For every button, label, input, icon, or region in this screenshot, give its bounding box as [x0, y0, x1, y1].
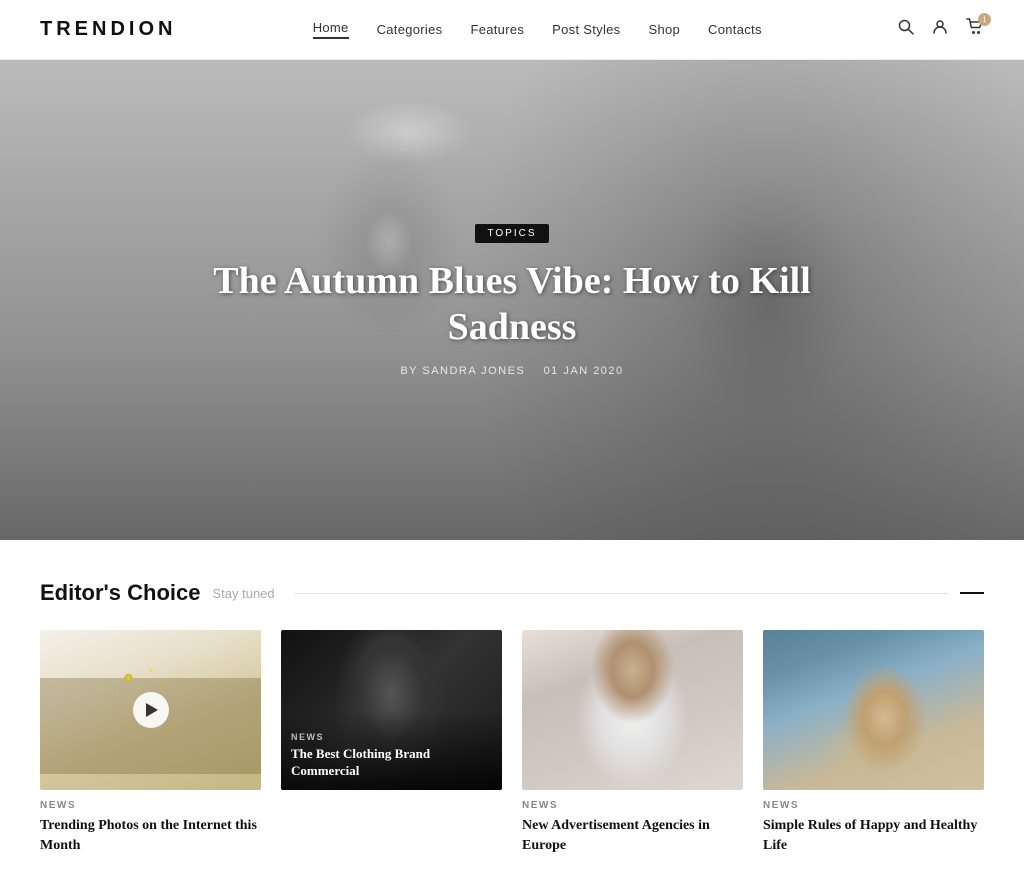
card-1-title: Trending Photos on the Internet this Mon…: [40, 816, 261, 855]
section-header: Editor's Choice Stay tuned: [40, 580, 984, 606]
play-button[interactable]: [133, 692, 169, 728]
card-2-image: NEWS The Best Clothing Brand Commercial: [281, 630, 502, 790]
card-3-title: New Advertisement Agencies in Europe: [522, 816, 743, 855]
card-3[interactable]: NEWS New Advertisement Agencies in Europ…: [522, 630, 743, 855]
card-1-image: [40, 630, 261, 790]
cards-grid: NEWS Trending Photos on the Internet thi…: [40, 630, 984, 855]
card-4-title: Simple Rules of Happy and Healthy Life: [763, 816, 984, 855]
hero-badge[interactable]: TOPICS: [475, 224, 548, 243]
card-1[interactable]: NEWS Trending Photos on the Internet thi…: [40, 630, 261, 855]
section-dash: [960, 592, 984, 594]
section-subtitle: Stay tuned: [212, 586, 274, 601]
card-4-category: NEWS: [763, 800, 984, 811]
card-4-image: [763, 630, 984, 790]
user-icon[interactable]: [932, 19, 948, 40]
card-3-category: NEWS: [522, 800, 743, 811]
card-3-image: [522, 630, 743, 790]
hero-section[interactable]: TOPICS The Autumn Blues Vibe: How to Kil…: [0, 60, 1024, 540]
card-3-detail: [522, 630, 743, 790]
play-triangle-icon: [146, 703, 158, 717]
hero-content: TOPICS The Autumn Blues Vibe: How to Kil…: [212, 223, 812, 376]
search-icon[interactable]: [898, 19, 914, 40]
card-1-category: NEWS: [40, 800, 261, 811]
hero-date: 01 JAN 2020: [544, 365, 624, 377]
main-nav: Home Categories Features Post Styles Sho…: [313, 20, 762, 39]
header: TRENDION Home Categories Features Post S…: [0, 0, 1024, 60]
nav-post-styles[interactable]: Post Styles: [552, 22, 620, 37]
logo[interactable]: TRENDION: [40, 18, 176, 41]
section-divider-line: [295, 593, 948, 594]
nav-home[interactable]: Home: [313, 20, 349, 39]
nav-features[interactable]: Features: [470, 22, 524, 37]
card-4[interactable]: NEWS Simple Rules of Happy and Healthy L…: [763, 630, 984, 855]
cart-icon[interactable]: 1: [966, 18, 984, 41]
nav-categories[interactable]: Categories: [377, 22, 443, 37]
card-4-detail: [763, 630, 984, 790]
card-2-overlay-category: NEWS: [291, 732, 492, 742]
editors-choice-section: Editor's Choice Stay tuned NEWS Trending…: [0, 540, 1024, 885]
hero-meta: BY SANDRA JONES 01 JAN 2020: [212, 365, 812, 377]
cart-count: 1: [978, 13, 991, 26]
hero-author: BY SANDRA JONES: [400, 365, 525, 377]
nav-shop[interactable]: Shop: [648, 22, 680, 37]
hero-title: The Autumn Blues Vibe: How to Kill Sadne…: [212, 259, 812, 350]
nav-contacts[interactable]: Contacts: [708, 22, 762, 37]
card-2[interactable]: NEWS The Best Clothing Brand Commercial: [281, 630, 502, 855]
card-2-overlay: NEWS The Best Clothing Brand Commercial: [281, 712, 502, 790]
section-title: Editor's Choice: [40, 580, 200, 606]
card-2-overlay-title: The Best Clothing Brand Commercial: [291, 746, 492, 780]
header-icons: 1: [898, 18, 984, 41]
